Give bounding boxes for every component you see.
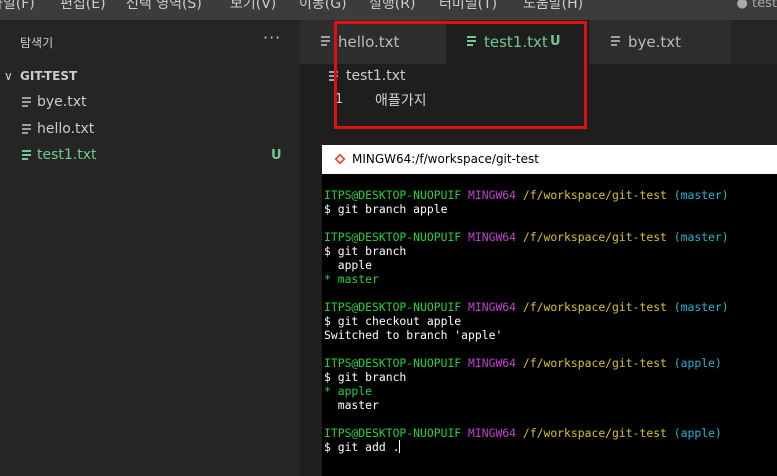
prompt-path: /f/workspace/git-test (522, 230, 667, 244)
menu-view[interactable]: 보기(V) (230, 0, 276, 14)
prompt-user: ITPS@DESKTOP-NUOPUIF (324, 356, 462, 370)
text-file-icon (22, 124, 31, 134)
menu-help[interactable]: 도움말(H) (523, 0, 583, 14)
terminal-output-line: Switched to branch 'apple' (324, 328, 503, 342)
prompt-system: MINGW64 (468, 188, 517, 202)
terminal-prompt-line: ITPS@DESKTOP-NUOPUIF MINGW64 /f/workspac… (324, 300, 777, 314)
menu-terminal[interactable]: 터미널(T) (439, 0, 497, 14)
terminal-titlebar[interactable]: MINGW64:/f/workspace/git-test (322, 145, 777, 174)
prompt-branch: (master) (673, 188, 729, 202)
terminal-output-line: * apple (324, 384, 373, 398)
terminal-command-line: $ git branch (324, 370, 407, 384)
terminal-window[interactable]: MINGW64:/f/workspace/git-test ITPS@DESKT… (322, 145, 777, 476)
folder-git-test[interactable]: ∨ GIT-TEST (0, 66, 300, 88)
prompt-system: MINGW64 (468, 230, 517, 244)
file-name: bye.txt (37, 94, 87, 110)
untracked-badge: U (271, 148, 282, 163)
prompt-path: /f/workspace/git-test (522, 426, 667, 440)
text-file-icon (22, 97, 31, 107)
terminal-prompt-line: ITPS@DESKTOP-NUOPUIF MINGW64 /f/workspac… (324, 188, 777, 202)
prompt-system: MINGW64 (468, 356, 517, 370)
terminal-command-line: $ git add . (324, 440, 401, 454)
terminal-output[interactable]: ITPS@DESKTOP-NUOPUIF MINGW64 /f/workspac… (324, 188, 777, 454)
terminal-title: MINGW64:/f/workspace/git-test (352, 152, 539, 166)
tab-bye[interactable]: bye.txt (590, 20, 731, 64)
prompt-system: MINGW64 (468, 300, 517, 314)
prompt-branch: (apple) (673, 356, 722, 370)
folder-name: GIT-TEST (20, 69, 78, 83)
file-item-bye[interactable]: bye.txt (0, 90, 300, 116)
prompt-branch: (master) (673, 230, 729, 244)
text-file-icon (22, 150, 31, 160)
menu-file[interactable]: 파일(F) (0, 0, 35, 14)
prompt-path: /f/workspace/git-test (522, 188, 667, 202)
file-name: hello.txt (37, 121, 95, 137)
file-name: test1.txt (37, 147, 97, 163)
text-file-icon (321, 36, 330, 46)
file-item-hello[interactable]: hello.txt (0, 117, 300, 143)
window-title: ● test (736, 0, 777, 11)
prompt-user: ITPS@DESKTOP-NUOPUIF (324, 300, 462, 314)
text-file-icon (611, 36, 620, 46)
terminal-output-line: apple (324, 258, 373, 272)
file-item-test1[interactable]: test1.txt U (0, 143, 300, 169)
prompt-user: ITPS@DESKTOP-NUOPUIF (324, 426, 462, 440)
menu-bar: 파일(F) 편집(E) 선택 영역(S) 보기(V) 이동(G) 실행(R) 터… (0, 0, 777, 20)
git-logo-icon (334, 153, 346, 165)
menu-go[interactable]: 이동(G) (299, 0, 347, 14)
terminal-output-line: master (324, 398, 379, 412)
prompt-path: /f/workspace/git-test (522, 300, 667, 314)
tab-label: bye.txt (628, 33, 682, 51)
more-actions-icon[interactable]: ··· (263, 28, 281, 47)
prompt-system: MINGW64 (468, 426, 517, 440)
prompt-user: ITPS@DESKTOP-NUOPUIF (324, 188, 462, 202)
terminal-command-line: $ git branch (324, 244, 407, 258)
terminal-prompt-line: ITPS@DESKTOP-NUOPUIF MINGW64 /f/workspac… (324, 230, 777, 244)
terminal-prompt-line: ITPS@DESKTOP-NUOPUIF MINGW64 /f/workspac… (324, 356, 777, 370)
terminal-output-line: * master (324, 272, 379, 286)
menu-selection[interactable]: 선택 영역(S) (126, 0, 202, 14)
terminal-command-line: $ git checkout apple (324, 314, 462, 328)
terminal-prompt-line: ITPS@DESKTOP-NUOPUIF MINGW64 /f/workspac… (324, 426, 777, 440)
menu-edit[interactable]: 편집(E) (60, 0, 106, 14)
menu-run[interactable]: 실행(R) (369, 0, 415, 14)
prompt-branch: (apple) (673, 426, 722, 440)
prompt-branch: (master) (673, 300, 729, 314)
explorer-title: 탐색기 (20, 36, 54, 50)
explorer-sidebar: 탐색기 ··· ∨ GIT-TEST bye.txt hello.txt tes… (0, 20, 300, 476)
prompt-path: /f/workspace/git-test (522, 356, 667, 370)
prompt-user: ITPS@DESKTOP-NUOPUIF (324, 230, 462, 244)
terminal-command-line: $ git branch apple (324, 202, 448, 216)
text-cursor (399, 440, 401, 453)
chevron-down-icon: ∨ (4, 69, 13, 83)
annotation-highlight-box (334, 21, 587, 129)
